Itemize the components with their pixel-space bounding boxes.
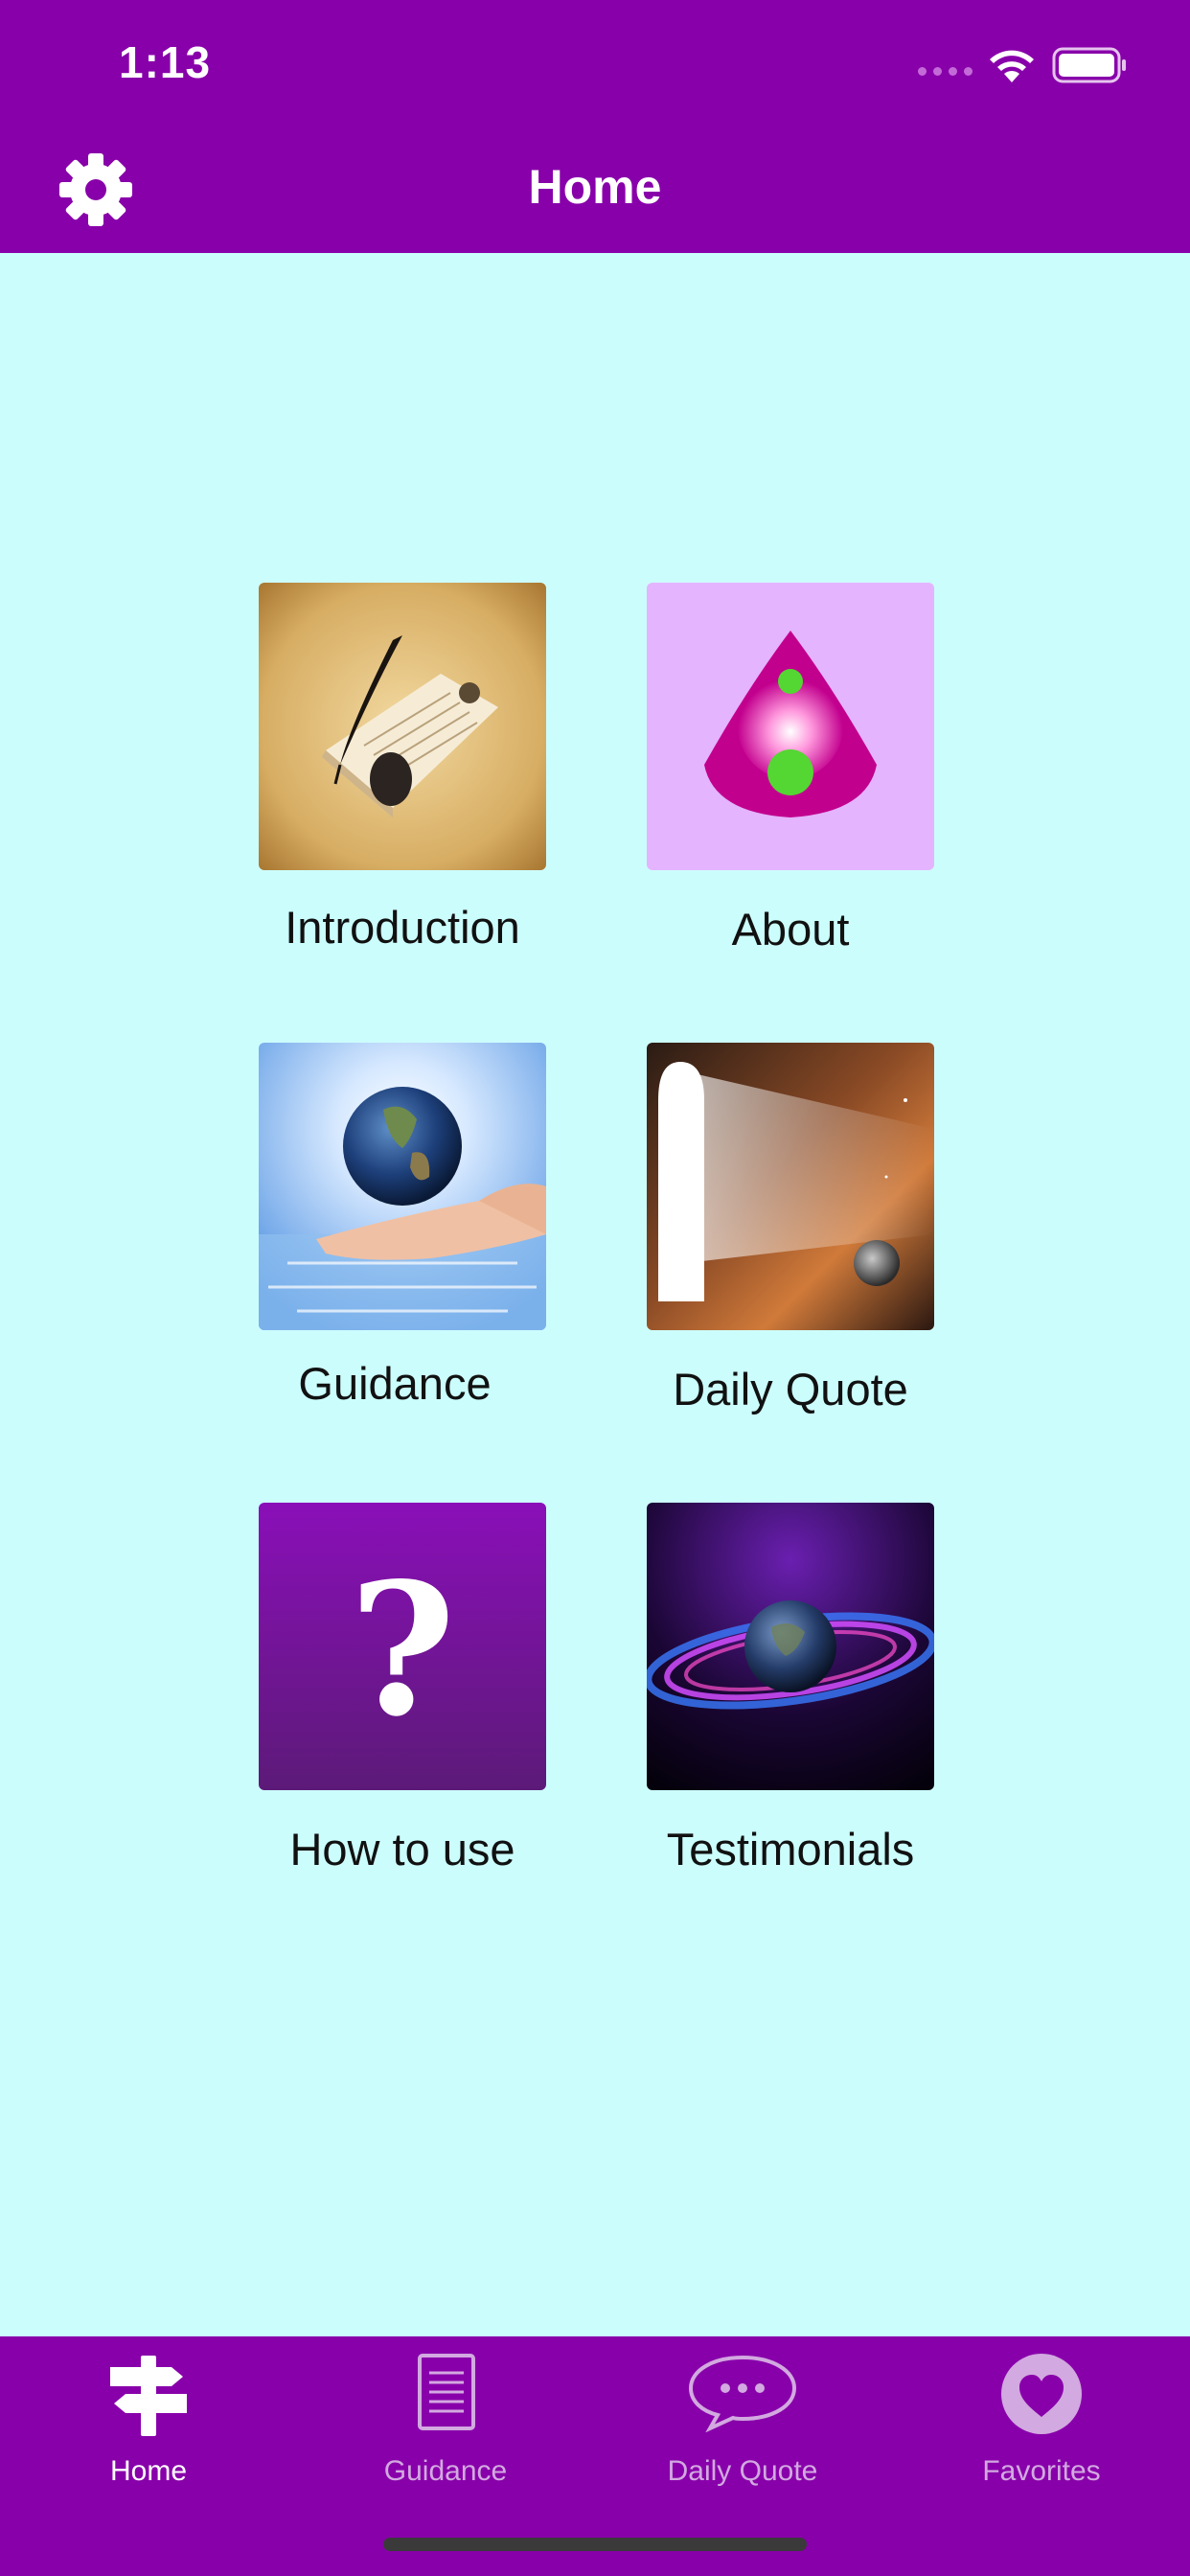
testimonials-tile[interactable] [647,1503,934,1790]
introduction-label[interactable]: Introduction [211,901,594,954]
status-time: 1:13 [119,37,212,87]
heart-icon [1001,2354,1082,2434]
top-bar: 1:13 Home [0,0,1190,253]
testimonials-label[interactable]: Testimonials [599,1823,982,1875]
wifi-icon [990,50,1034,82]
document-icon [418,2354,475,2430]
about-tile[interactable] [647,583,934,870]
tab-guidance-label: Guidance [383,2455,508,2487]
guidance-label[interactable]: Guidance [203,1357,586,1410]
svg-text:?: ? [349,1543,455,1757]
how-to-use-tile[interactable]: ? [259,1503,546,1790]
how-to-use-label[interactable]: How to use [211,1823,594,1875]
tab-favorites-label: Favorites [982,2455,1101,2487]
question-mark-image: ? [259,1503,546,1790]
guidance-tile[interactable] [259,1043,546,1330]
tab-guidance[interactable]: Guidance [297,2336,594,2518]
tab-home-label: Home [109,2455,188,2487]
earth-orbit-image [647,1503,934,1790]
tab-home[interactable]: Home [0,2336,297,2518]
lotus-drop-image [647,583,934,870]
signpost-icon [110,2356,187,2436]
about-label[interactable]: About [599,903,982,955]
cellular-signal-icon [918,67,973,76]
earth-in-hand-image [259,1043,546,1330]
tab-daily-quote[interactable]: Daily Quote [594,2336,891,2518]
tab-daily-quote-label: Daily Quote [667,2455,818,2487]
introduction-tile[interactable] [259,583,546,870]
speech-bubble-icon [688,2355,797,2432]
daily-quote-tile[interactable] [647,1043,934,1330]
home-indicator[interactable] [383,2538,807,2551]
quill-parchment-image [259,583,546,870]
battery-icon [1052,47,1126,83]
page-title: Home [528,160,662,214]
tab-favorites[interactable]: Favorites [893,2336,1190,2518]
daily-quote-label[interactable]: Daily Quote [599,1363,982,1415]
cosmic-door-image [647,1043,934,1330]
